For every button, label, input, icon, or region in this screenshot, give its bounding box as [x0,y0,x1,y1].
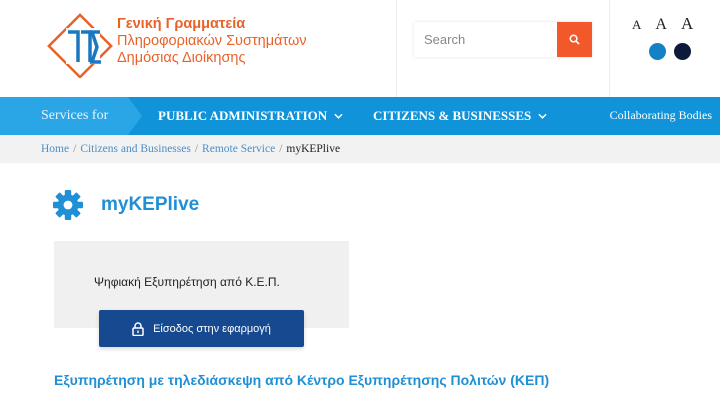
nav-public-administration[interactable]: PUBLIC ADMINISTRATION [158,108,343,124]
breadcrumb-remote-service[interactable]: Remote Service [202,143,275,155]
service-card-text: Ψηφιακή Εξυπηρέτηση από Κ.Ε.Π. [94,275,280,289]
contrast-blue-dot[interactable] [649,43,666,60]
contrast-dark-dot[interactable] [674,43,691,60]
breadcrumb-citizens-businesses[interactable]: Citizens and Businesses [80,143,191,155]
font-size-large[interactable]: A [681,14,693,34]
breadcrumb-current: myKEPlive [286,143,341,155]
logo-line-1: Γενική Γραμματεία [117,16,246,32]
chevron-down-icon [334,113,343,119]
section-subheading: Εξυπηρέτηση με τηλεδιάσκεψη από Κέντρο Ε… [54,372,550,388]
nav-citizens-businesses[interactable]: CITIZENS & BUSINESSES [373,108,547,124]
header-divider [609,0,610,97]
login-button-label: Είσοδος στην εφαρμογή [153,322,271,335]
font-size-medium[interactable]: A [655,16,667,34]
breadcrumb-separator: / [194,143,199,155]
breadcrumb: Home / Citizens and Businesses / Remote … [0,135,720,163]
nav-item-label: CITIZENS & BUSINESSES [373,108,532,123]
site-header: Γενική Γραμματεία Πληροφοριακών Συστημάτ… [0,0,720,97]
login-button[interactable]: Είσοδος στην εφαρμογή [99,310,304,347]
font-size-small[interactable]: A [632,17,641,33]
logo-line-3: Δημόσιας Διοίκησης [117,50,246,66]
nav-item-label: PUBLIC ADMINISTRATION [158,108,328,123]
main-nav: Services for PUBLIC ADMINISTRATION CITIZ… [0,97,720,135]
lock-icon [132,321,144,336]
gear-icon [53,190,83,220]
services-for-text: Services for [41,108,109,123]
page-title: myKEPlive [101,194,200,215]
search-icon [569,34,580,45]
breadcrumb-separator: / [279,143,283,155]
logo-text: Γενική Γραμματεία Πληροφοριακών Συστημάτ… [117,16,307,67]
breadcrumb-separator: / [73,143,77,155]
chevron-down-icon [538,113,547,119]
logo-line-2: Πληροφοριακών Συστημάτων [117,33,307,49]
search-input[interactable] [414,22,557,57]
search-box [414,22,592,57]
page-title-row: myKEPlive [52,189,199,221]
search-button[interactable] [557,22,592,57]
contrast-controls [649,43,691,60]
breadcrumb-home[interactable]: Home [41,143,69,155]
services-for-label: Services for [0,97,142,135]
nav-collaborating-bodies[interactable]: Collaborating Bodies [610,108,712,123]
header-divider [396,0,397,97]
gsis-logo[interactable] [44,6,116,79]
font-size-controls: A A A [632,14,693,34]
